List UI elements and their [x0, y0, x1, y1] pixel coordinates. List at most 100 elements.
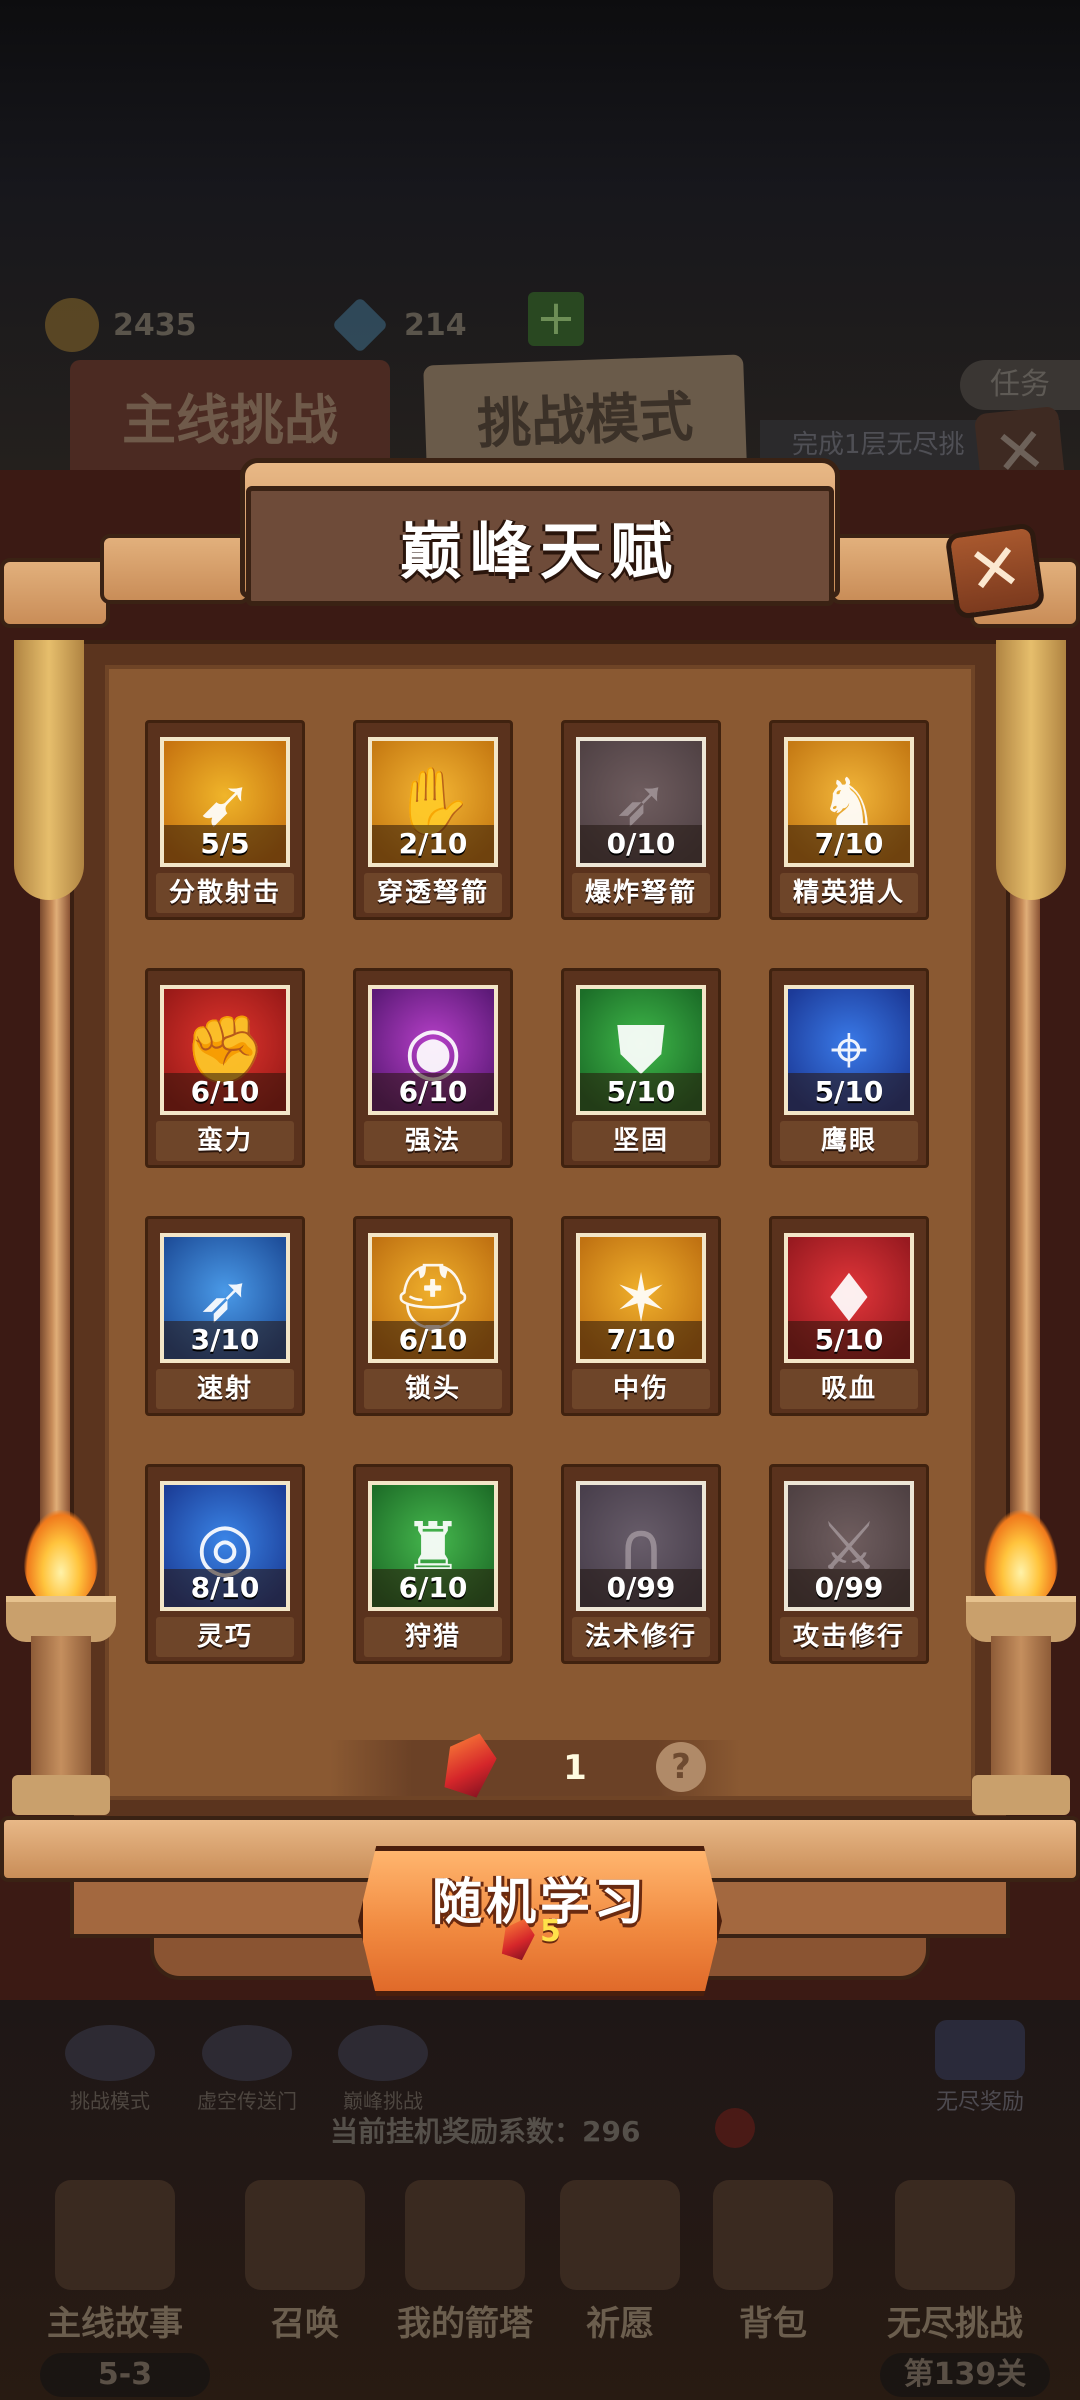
flame-icon [984, 1510, 1058, 1606]
talent-level: 0/99 [788, 1569, 910, 1607]
talent-level: 5/10 [580, 1073, 702, 1111]
talent-icon: ◎ 8/10 [160, 1481, 290, 1611]
talent-level: 6/10 [164, 1073, 286, 1111]
left-drape [14, 640, 84, 900]
talent-icon: ➹ 5/5 [160, 737, 290, 867]
talent-level: 6/10 [372, 1569, 494, 1607]
idle-reward-status: 当前挂机奖励系数：296 [330, 2115, 641, 2148]
talent-icon: ⛑ 6/10 [368, 1233, 498, 1363]
nav-label: 召唤 [271, 2304, 339, 2344]
backpack-icon [713, 2180, 833, 2290]
talent-icon: ➶ 3/10 [160, 1233, 290, 1363]
torch-stem [991, 1636, 1051, 1781]
talent-card[interactable]: ◉ 6/10 强法 [353, 968, 513, 1168]
nav-endless-challenge: 无尽挑战 第139关 [880, 2180, 1050, 2397]
talent-card[interactable]: ♞ 7/10 精英猎人 [769, 720, 929, 920]
talent-level: 5/5 [164, 825, 286, 863]
talent-icon: ⛊ 5/10 [576, 985, 706, 1115]
swords-icon [895, 2180, 1015, 2290]
scroll-icon [245, 2180, 365, 2290]
talent-icon: ∩ 0/99 [576, 1481, 706, 1611]
shortcut-label: 挑战模式 [70, 2089, 150, 2113]
talent-card[interactable]: ∩ 0/99 法术修行 [561, 1464, 721, 1664]
talent-card[interactable]: ✶ 7/10 中伤 [561, 1216, 721, 1416]
talent-name: 速射 [156, 1369, 294, 1409]
talent-name: 爆炸弩箭 [572, 873, 710, 913]
nav-sub: 第139关 [880, 2353, 1050, 2397]
shortcut-icon [338, 2025, 428, 2081]
talent-icon: ◉ 6/10 [368, 985, 498, 1115]
talent-level: 8/10 [164, 1569, 286, 1607]
close-button[interactable]: ✕ [944, 522, 1046, 620]
talent-card[interactable]: ✊ 6/10 蛮力 [145, 968, 305, 1168]
talent-card[interactable]: ⌖ 5/10 鹰眼 [769, 968, 929, 1168]
talent-level: 6/10 [372, 1073, 494, 1111]
crystal-count: 1 [563, 1748, 587, 1788]
quest-button: 任务 [960, 360, 1080, 410]
nav-label: 祈愿 [586, 2304, 654, 2344]
coin-resource: 2435 [45, 295, 197, 355]
talent-card[interactable]: ➹ 5/5 分散射击 [145, 720, 305, 920]
right-drape [996, 640, 1066, 900]
talent-icon: ➶ 0/10 [576, 737, 706, 867]
endless-reward-icon [935, 2020, 1025, 2080]
book-icon [55, 2180, 175, 2290]
talent-level: 5/10 [788, 1321, 910, 1359]
talent-icon: ♦ 5/10 [784, 1233, 914, 1363]
nav-my-tower: 我的箭塔 [390, 2180, 540, 2345]
modal-title: 巅峰天赋 [246, 486, 834, 606]
talent-card[interactable]: ⛊ 5/10 坚固 [561, 968, 721, 1168]
coin-count: 2435 [113, 307, 197, 343]
random-learn-cost: 5 [540, 1914, 561, 1949]
talent-name: 吸血 [780, 1369, 918, 1409]
talent-name: 中伤 [572, 1369, 710, 1409]
talent-name: 蛮力 [156, 1121, 294, 1161]
talent-icon: ✊ 6/10 [160, 985, 290, 1115]
right-torch [966, 1510, 1076, 1815]
talent-level: 7/10 [580, 1321, 702, 1359]
torch-base [972, 1775, 1070, 1815]
nav-label: 无尽挑战 [887, 2304, 1023, 2344]
flame-icon [24, 1510, 98, 1606]
talent-card[interactable]: ⚔ 0/99 攻击修行 [769, 1464, 929, 1664]
talent-name: 强法 [364, 1121, 502, 1161]
help-icon[interactable]: ? [656, 1742, 706, 1792]
talent-icon: ⌖ 5/10 [784, 985, 914, 1115]
talent-icon: ✶ 7/10 [576, 1233, 706, 1363]
roof-plank [0, 558, 110, 628]
talent-level: 2/10 [372, 825, 494, 863]
talent-name: 狩猎 [364, 1617, 502, 1657]
nav-wish: 祈愿 [545, 2180, 695, 2345]
coin-icon [45, 298, 99, 352]
endless-reward: 无尽奖励 [920, 2020, 1040, 2116]
gem-resource: 214 [331, 295, 467, 355]
talent-card[interactable]: ♦ 5/10 吸血 [769, 1216, 929, 1416]
talent-name: 法术修行 [572, 1617, 710, 1657]
nav-label: 我的箭塔 [397, 2304, 533, 2344]
talent-card[interactable]: ♜ 6/10 狩猎 [353, 1464, 513, 1664]
talent-icon: ✋ 2/10 [368, 737, 498, 867]
talent-card[interactable]: ➶ 0/10 爆炸弩箭 [561, 720, 721, 920]
talent-name: 鹰眼 [780, 1121, 918, 1161]
nav-sub: 5-3 [40, 2353, 210, 2397]
talent-icon: ♞ 7/10 [784, 737, 914, 867]
nav-backpack: 背包 [698, 2180, 848, 2345]
talent-name: 分散射击 [156, 873, 294, 913]
talent-level: 0/99 [580, 1569, 702, 1607]
talent-icon: ⚔ 0/99 [784, 1481, 914, 1611]
nav-label: 背包 [739, 2304, 807, 2344]
shortcut-icon [65, 2025, 155, 2081]
talent-card[interactable]: ➶ 3/10 速射 [145, 1216, 305, 1416]
idle-reward-icon [715, 2108, 755, 2148]
talent-card[interactable]: ✋ 2/10 穿透弩箭 [353, 720, 513, 920]
left-torch [6, 1510, 116, 1815]
talent-level: 6/10 [372, 1321, 494, 1359]
talent-level: 3/10 [164, 1321, 286, 1359]
gem-icon [331, 296, 389, 354]
tower-icon [405, 2180, 525, 2290]
talent-card[interactable]: ⛑ 6/10 锁头 [353, 1216, 513, 1416]
talent-card[interactable]: ◎ 8/10 灵巧 [145, 1464, 305, 1664]
shortcut-icon [202, 2025, 292, 2081]
shortcut-label: 虚空传送门 [197, 2089, 297, 2113]
talent-level: 7/10 [788, 825, 910, 863]
